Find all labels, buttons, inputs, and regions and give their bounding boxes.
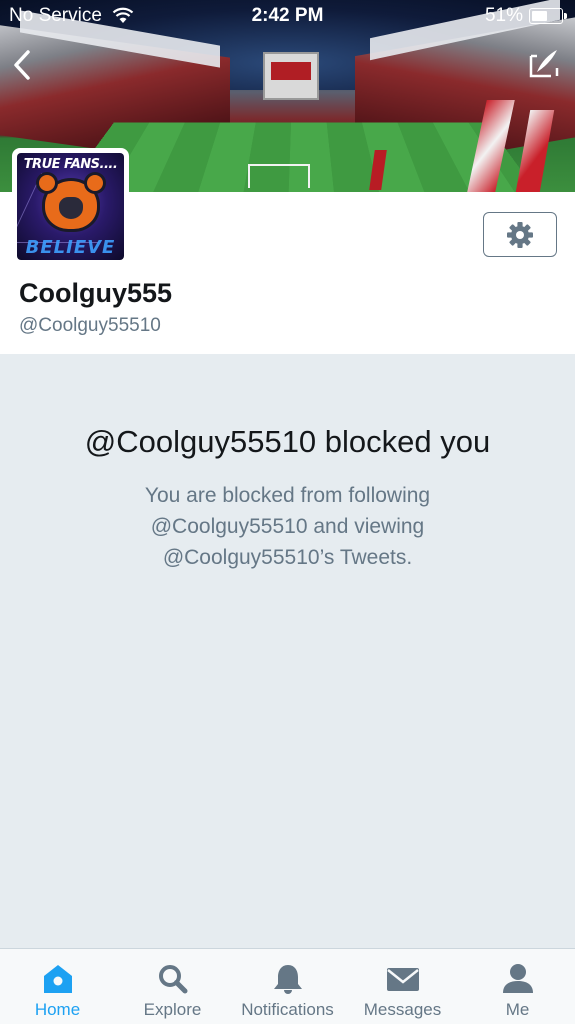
status-bar: No Service 2:42 PM 51%	[0, 0, 575, 32]
profile-avatar[interactable]: TRUE FANS.... BELIEVE	[12, 148, 129, 265]
settings-button[interactable]	[483, 212, 557, 257]
bell-icon	[273, 965, 302, 994]
user-handle: @Coolguy55510	[19, 315, 161, 336]
compose-tweet-icon[interactable]	[527, 46, 561, 80]
person-icon	[502, 964, 533, 993]
blocked-notice: @Coolguy55510 blocked you You are blocke…	[0, 354, 575, 948]
gear-icon	[507, 221, 533, 248]
tab-explore-label: Explore	[143, 1000, 202, 1019]
bear-logo-icon	[39, 175, 103, 229]
tab-explore[interactable]: Explore	[115, 949, 230, 1024]
tab-notifications[interactable]: Notifications	[230, 949, 345, 1024]
tab-notifications-label: Notifications	[241, 1000, 334, 1019]
tab-messages-label: Messages	[363, 1000, 442, 1019]
search-icon	[158, 965, 187, 994]
tab-home-label: Home	[34, 1000, 81, 1019]
display-name: Coolguy555	[19, 278, 173, 308]
avatar-bottom-text: BELIEVE	[25, 237, 116, 258]
tab-me-label: Me	[505, 1000, 530, 1019]
battery-icon	[529, 8, 567, 24]
avatar-top-text: TRUE FANS....	[23, 157, 118, 172]
tab-home[interactable]: Home	[0, 949, 115, 1024]
tab-me[interactable]: Me	[460, 949, 575, 1024]
blocked-message: You are blocked from following @Coolguy5…	[144, 484, 431, 569]
blocked-title: @Coolguy55510 blocked you	[84, 424, 491, 459]
envelope-icon	[386, 968, 419, 991]
tab-messages[interactable]: Messages	[345, 949, 460, 1024]
tab-bar: Home Explore Notifications Messages Me	[0, 948, 575, 1024]
back-icon[interactable]	[10, 48, 34, 82]
home-icon	[43, 965, 72, 993]
battery-percentage: 51%	[484, 5, 523, 26]
